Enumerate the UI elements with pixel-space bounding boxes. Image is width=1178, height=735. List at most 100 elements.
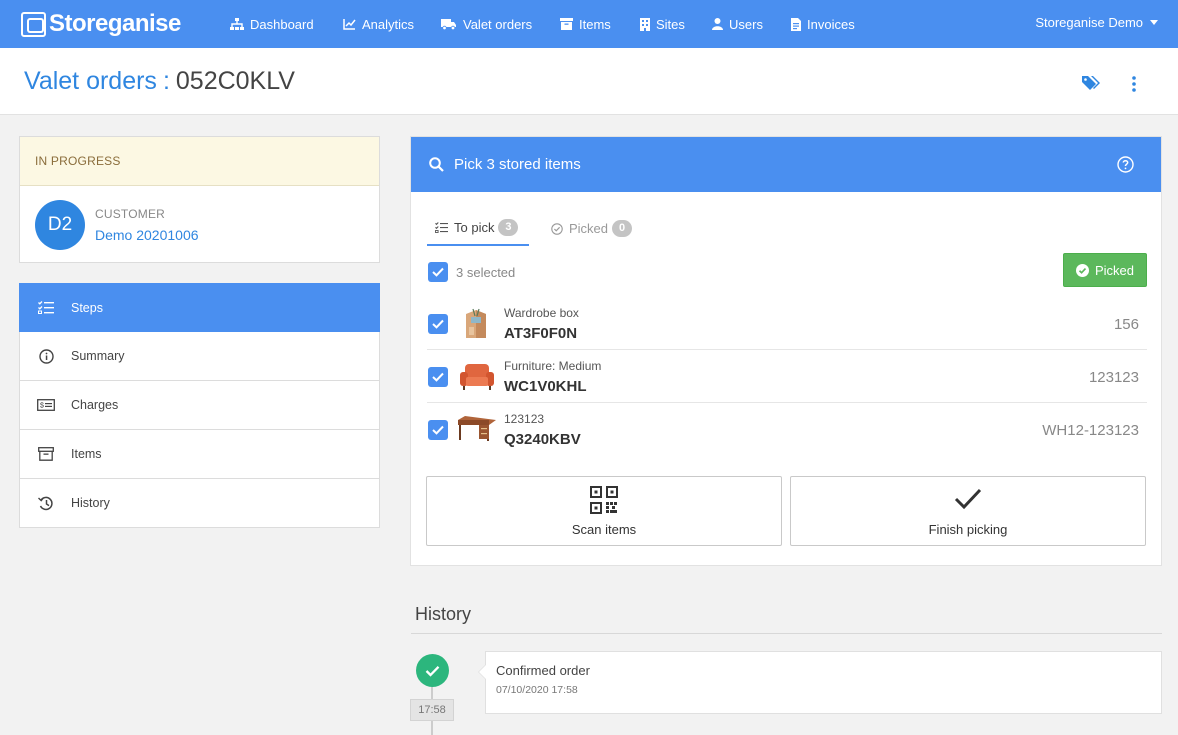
pick-tabs: To pick 3 Picked 0 xyxy=(427,211,1147,247)
brand-name: Storeganise xyxy=(49,10,181,37)
item-ref: 156 xyxy=(1113,316,1139,333)
list-item[interactable]: Wardrobe box AT3F0F0N 156 xyxy=(427,297,1147,350)
pick-panel-title: Pick 3 stored items xyxy=(454,156,581,173)
timeline-event-date: 07/10/2020 17:58 xyxy=(496,684,578,696)
sidebar-item-label: History xyxy=(71,496,110,510)
item-checkbox[interactable] xyxy=(428,367,448,387)
sidebar-item-summary[interactable]: Summary xyxy=(19,332,380,381)
sidebar-item-label: Steps xyxy=(71,300,103,315)
item-type: Furniture: Medium xyxy=(504,359,602,373)
pick-panel-header: Pick 3 stored items xyxy=(411,137,1161,192)
storeganise-logo-icon xyxy=(21,11,46,37)
nav-item-items[interactable]: Items xyxy=(560,15,611,33)
sidebar-item-charges[interactable]: $ Charges xyxy=(19,381,380,430)
item-code: AT3F0F0N xyxy=(504,325,578,342)
finish-picking-label: Finish picking xyxy=(928,522,1008,537)
check-icon xyxy=(432,425,444,435)
user-menu-label: Storeganise Demo xyxy=(1035,15,1143,30)
timeline-time: 17:58 xyxy=(410,699,454,721)
customer-label: CUSTOMER xyxy=(95,207,166,221)
nav-item-invoices[interactable]: Invoices xyxy=(791,15,855,33)
select-all-row: 3 selected Picked xyxy=(427,253,1147,292)
page-header: Valet orders:052C0KLV xyxy=(0,48,1178,115)
nav-item-users[interactable]: Users xyxy=(712,15,763,33)
item-code: WC1V0KHL xyxy=(504,378,587,395)
tab-label: Picked xyxy=(569,221,609,236)
list-check-icon xyxy=(435,222,448,233)
avatar: D2 xyxy=(35,200,85,250)
nav-item-dashboard[interactable]: Dashboard xyxy=(230,15,314,33)
selected-count-text: 3 selected xyxy=(456,265,516,280)
mark-picked-button[interactable]: Picked xyxy=(1063,253,1147,287)
sitemap-icon xyxy=(230,18,244,30)
nav-label: Users xyxy=(729,16,763,32)
breadcrumb-separator: : xyxy=(162,67,170,95)
item-checkbox[interactable] xyxy=(428,314,448,334)
order-code: 052C0KLV xyxy=(175,67,295,95)
divider xyxy=(411,633,1162,634)
check-icon xyxy=(432,372,444,382)
tags-icon[interactable] xyxy=(1082,75,1101,92)
select-all-checkbox[interactable] xyxy=(428,262,448,282)
tab-picked[interactable]: Picked 0 xyxy=(543,211,640,246)
check-icon xyxy=(432,319,444,329)
pick-items-panel: Pick 3 stored items To pick 3 Picked 0 3… xyxy=(410,136,1162,566)
check-icon xyxy=(432,267,444,277)
nav-label: Dashboard xyxy=(250,16,314,32)
more-vertical-icon[interactable] xyxy=(1127,76,1141,92)
timeline-event-title: Confirmed order xyxy=(496,663,590,678)
timeline-event-card: Confirmed order 07/10/2020 17:58 xyxy=(478,651,1162,714)
user-icon xyxy=(712,18,723,30)
sidebar-item-steps[interactable]: Steps xyxy=(19,283,380,332)
line-chart-icon xyxy=(343,19,356,30)
tab-to-pick[interactable]: To pick 3 xyxy=(427,211,529,246)
archive-box-icon xyxy=(560,18,573,30)
brand-logo[interactable]: Storeganise xyxy=(21,10,181,38)
scan-items-button[interactable]: Scan items xyxy=(426,476,782,546)
desk-image xyxy=(458,416,496,441)
nav-label: Invoices xyxy=(807,16,855,32)
nav-label: Analytics xyxy=(362,16,415,32)
money-bill-icon: $ xyxy=(37,396,55,414)
list-item[interactable]: Furniture: Medium WC1V0KHL 123123 xyxy=(427,350,1147,403)
user-menu-dropdown[interactable]: Storeganise Demo xyxy=(1035,15,1158,30)
item-type: 123123 xyxy=(504,412,545,426)
nav-item-analytics[interactable]: Analytics xyxy=(343,15,414,33)
breadcrumb-valet-orders[interactable]: Valet orders xyxy=(24,67,157,95)
nav-label: Sites xyxy=(656,16,685,32)
question-circle-icon[interactable] xyxy=(1117,156,1134,173)
sidebar-item-history[interactable]: History xyxy=(19,479,380,528)
sidebar-item-items[interactable]: Items xyxy=(19,430,380,479)
list-check-icon xyxy=(37,299,55,317)
nav-item-valet-orders[interactable]: Valet orders xyxy=(441,15,532,33)
order-status-card: IN PROGRESS D2 CUSTOMER Demo 20201006 xyxy=(19,136,380,263)
top-navbar: Storeganise Dashboard Analytics Valet or… xyxy=(0,0,1178,48)
nav-label: Items xyxy=(579,16,611,32)
history-icon xyxy=(37,494,55,512)
info-circle-icon xyxy=(37,347,55,365)
truck-icon xyxy=(441,19,456,30)
caret-down-icon xyxy=(1150,20,1158,25)
items-list: Wardrobe box AT3F0F0N 156 Furniture: Med… xyxy=(427,297,1147,456)
item-ref: WH12-123123 xyxy=(1042,422,1139,439)
item-ref: 123123 xyxy=(1088,369,1139,386)
building-icon xyxy=(640,17,650,31)
customer-name-link[interactable]: Demo 20201006 xyxy=(95,227,199,243)
finish-picking-button[interactable]: Finish picking xyxy=(790,476,1146,546)
status-badge: IN PROGRESS xyxy=(20,137,379,186)
sidebar-item-label: Items xyxy=(71,447,102,461)
sidebar-item-label: Summary xyxy=(71,349,125,363)
check-circle-icon xyxy=(551,222,563,235)
order-sidebar-menu: Steps Summary $ Charges Items History xyxy=(19,283,380,528)
item-checkbox[interactable] xyxy=(428,420,448,440)
qr-code-icon xyxy=(590,486,618,514)
invoice-icon xyxy=(791,17,801,31)
item-type: Wardrobe box xyxy=(504,306,579,320)
count-badge: 0 xyxy=(612,220,633,237)
list-item[interactable]: 123123 Q3240KBV WH12-123123 xyxy=(427,403,1147,456)
count-badge: 3 xyxy=(498,219,519,236)
nav-item-sites[interactable]: Sites xyxy=(640,15,685,33)
armchair-image xyxy=(460,364,494,390)
check-circle-icon xyxy=(1075,263,1089,277)
tab-label: To pick xyxy=(454,220,495,235)
